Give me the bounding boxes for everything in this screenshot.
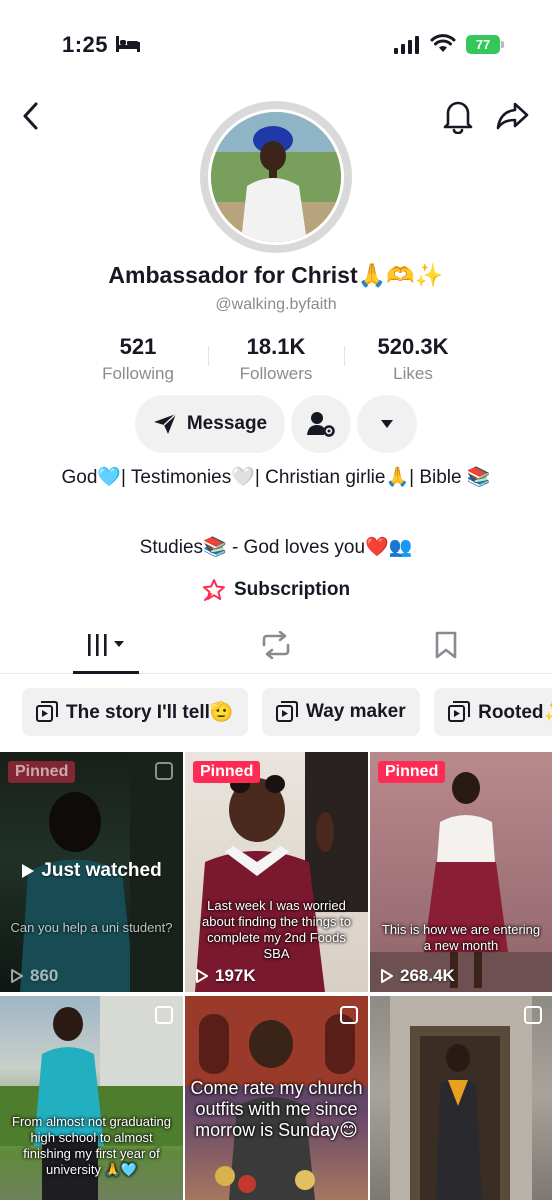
bio-line-1: God🩵| Testimonies🤍| Christian girlie🙏| B… <box>61 467 491 488</box>
active-tab-indicator <box>73 671 139 674</box>
playlist-label: Way maker <box>306 701 406 722</box>
stat-value: 521 <box>119 334 157 359</box>
playlist-chip[interactable]: The story I'll tell🫡 <box>22 688 248 736</box>
tab-videos[interactable] <box>14 616 198 674</box>
play-outline-icon <box>381 969 393 983</box>
notifications-button[interactable] <box>442 98 474 135</box>
user-settings-icon <box>307 412 335 437</box>
video-tile[interactable]: From almost not graduating high school t… <box>0 996 183 1200</box>
view-count-value: 860 <box>30 966 59 985</box>
stat-value: 18.1K <box>246 334 306 359</box>
just-watched-label: Just watched <box>0 860 183 882</box>
message-label: Message <box>186 413 268 434</box>
video-tile[interactable]: Pinned Just watched Can you help a uni s… <box>0 752 183 992</box>
video-thumbnail <box>390 996 532 1200</box>
display-name: Ambassador for Christ🙏🫶✨ <box>108 262 444 288</box>
play-outline-icon <box>196 969 208 983</box>
multi-clip-icon <box>340 1006 358 1024</box>
video-caption: From almost not graduating high school t… <box>12 1114 171 1177</box>
video-caption: This is how we are entering a new month <box>381 922 541 953</box>
wifi-icon <box>430 34 456 52</box>
avatar[interactable] <box>200 101 352 253</box>
stat-followers[interactable]: 18.1K Followers <box>206 334 346 384</box>
multi-clip-icon <box>155 1006 173 1024</box>
avatar-photo <box>208 109 344 245</box>
bell-icon <box>443 101 473 135</box>
repost-icon <box>262 631 290 659</box>
video-caption: Last week I was worried about finding th… <box>202 898 351 961</box>
tab-reposts[interactable] <box>184 616 368 674</box>
video-tile[interactable]: Pinned Last week I was worried about fin… <box>185 752 368 992</box>
stat-label: Likes <box>393 364 433 383</box>
caret-down-icon <box>381 420 393 428</box>
tab-favorites[interactable] <box>354 616 538 674</box>
battery-level: 77 <box>466 35 500 54</box>
status-bar: 1:25 77 <box>0 0 552 90</box>
battery-indicator: 77 <box>466 35 504 54</box>
view-count: 860 <box>10 966 58 986</box>
stat-label: Followers <box>239 364 313 383</box>
stat-label: Following <box>102 364 174 383</box>
star-pin-icon <box>202 579 225 601</box>
avatar-illustration <box>211 112 341 242</box>
view-count-value: 197K <box>215 966 256 985</box>
multi-clip-icon <box>155 762 173 780</box>
subscription-link[interactable]: Subscription <box>0 578 552 602</box>
pinned-badge: Pinned <box>378 761 446 783</box>
video-tile[interactable]: Come rate my church outfits with me sinc… <box>185 996 368 1200</box>
battery-tip <box>501 41 504 48</box>
video-caption: Come rate my church outfits with me sinc… <box>190 1078 363 1140</box>
playlist-icon <box>276 701 298 722</box>
stat-likes[interactable]: 520.3K Likes <box>343 334 483 384</box>
bio-line-2: Studies📚 - God loves you❤️👥 <box>139 537 413 558</box>
more-options-button[interactable] <box>357 395 417 453</box>
message-button[interactable]: Message <box>135 395 285 453</box>
just-watched-text: Just watched <box>41 860 162 881</box>
suggested-accounts-button[interactable] <box>291 395 351 453</box>
sleep-focus-icon <box>116 36 140 52</box>
share-arrow-icon <box>496 102 529 130</box>
send-icon <box>153 413 177 434</box>
playlist-row: The story I'll tell🫡 Way maker Rooted✨ <box>22 688 552 736</box>
profile-tabs <box>0 616 552 674</box>
playlist-chip[interactable]: Way maker <box>262 688 420 736</box>
view-count: 268.4K <box>380 966 455 986</box>
video-caption: Can you help a uni student? <box>10 920 173 935</box>
subscription-label: Subscription <box>233 579 351 600</box>
video-tile[interactable] <box>370 996 552 1200</box>
cellular-signal-icon <box>394 36 419 54</box>
grid-icon <box>88 634 124 656</box>
profile-stats: 521 Following 18.1K Followers 520.3K Lik… <box>0 334 552 384</box>
playlist-icon <box>448 701 471 722</box>
play-outline-icon <box>11 969 23 983</box>
back-button[interactable] <box>18 98 46 134</box>
video-tile[interactable]: Pinned This is how we are entering a new… <box>370 752 552 992</box>
status-time: 1:25 <box>62 32 109 57</box>
view-count-value: 268.4K <box>400 966 455 985</box>
share-button[interactable] <box>494 98 532 134</box>
playlist-label: The story I'll tell🫡 <box>66 702 234 723</box>
play-icon <box>22 864 35 878</box>
playlist-label: Rooted✨ <box>478 702 552 723</box>
playlist-chip[interactable]: Rooted✨ <box>434 688 552 736</box>
chevron-left-icon <box>23 102 38 130</box>
pinned-badge: Pinned <box>8 761 76 783</box>
multi-clip-icon <box>524 1006 542 1024</box>
video-thumbnail <box>370 772 552 992</box>
view-count: 197K <box>195 966 256 986</box>
stat-value: 520.3K <box>377 334 449 359</box>
bookmark-icon <box>435 631 457 659</box>
pinned-badge: Pinned <box>193 761 261 783</box>
stat-following[interactable]: 521 Following <box>68 334 208 384</box>
playlist-icon <box>36 701 58 722</box>
username: @walking.byfaith <box>215 296 337 313</box>
